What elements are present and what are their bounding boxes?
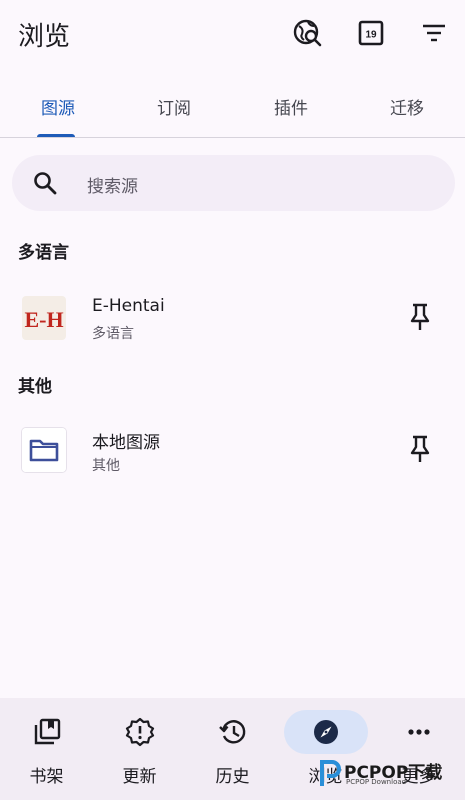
section-header-multilingual: 多语言 <box>18 243 69 263</box>
library-icon <box>31 716 63 748</box>
tab-label: 迁移 <box>390 99 424 119</box>
top-app-bar: 浏览 19 <box>0 0 465 70</box>
section-header-other: 其他 <box>18 377 52 397</box>
filter-icon[interactable] <box>419 18 449 48</box>
tab-migrate[interactable]: 迁移 <box>349 82 465 138</box>
source-language: 多语言 <box>92 326 134 342</box>
source-row-local[interactable]: 本地图源 其他 <box>0 414 465 494</box>
tab-subscriptions[interactable]: 订阅 <box>116 82 232 138</box>
svg-text:E-H: E-H <box>24 307 63 332</box>
search-bar[interactable]: 搜索源 <box>12 155 455 211</box>
tab-extensions[interactable]: 插件 <box>233 82 349 138</box>
pin-icon[interactable] <box>407 434 433 464</box>
pin-icon[interactable] <box>407 302 433 332</box>
source-language: 其他 <box>92 458 120 474</box>
compass-icon <box>310 716 342 748</box>
alert-badge-icon <box>124 716 156 748</box>
watermark: PCPOP下载 PCPOP Download <box>318 756 458 792</box>
active-tab-indicator <box>37 134 75 137</box>
ehentai-logo: E-H <box>22 296 66 340</box>
nav-label: 书架 <box>29 767 64 787</box>
source-row-ehentai[interactable]: E-H E-Hentai 多语言 <box>0 282 465 362</box>
tab-label: 订阅 <box>157 99 191 119</box>
source-title: 本地图源 <box>92 433 160 453</box>
search-input-placeholder[interactable]: 搜索源 <box>87 172 138 197</box>
watermark-logo-icon <box>320 760 341 786</box>
tab-sources[interactable]: 图源 <box>0 82 116 138</box>
nav-label: 历史 <box>215 767 250 787</box>
tab-label: 插件 <box>274 99 308 119</box>
folder-icon <box>22 428 66 472</box>
tab-row: 图源 订阅 插件 迁移 <box>0 82 465 138</box>
page-title: 浏览 <box>18 22 71 52</box>
search-icon <box>34 172 57 195</box>
source-title: E-Hentai <box>92 296 165 316</box>
tab-label: 图源 <box>41 99 75 119</box>
nav-history[interactable]: 历史 <box>186 698 279 800</box>
global-search-icon[interactable] <box>293 18 323 48</box>
nav-library[interactable]: 书架 <box>0 698 93 800</box>
calendar-day-number: 19 <box>365 30 377 41</box>
nav-updates[interactable]: 更新 <box>93 698 186 800</box>
watermark-subtext: PCPOP Download <box>346 778 407 786</box>
history-icon <box>217 716 249 748</box>
calendar-19-icon[interactable]: 19 <box>356 18 386 48</box>
local-source-logo <box>22 428 66 472</box>
more-icon <box>403 716 435 748</box>
nav-label: 更新 <box>122 767 157 787</box>
